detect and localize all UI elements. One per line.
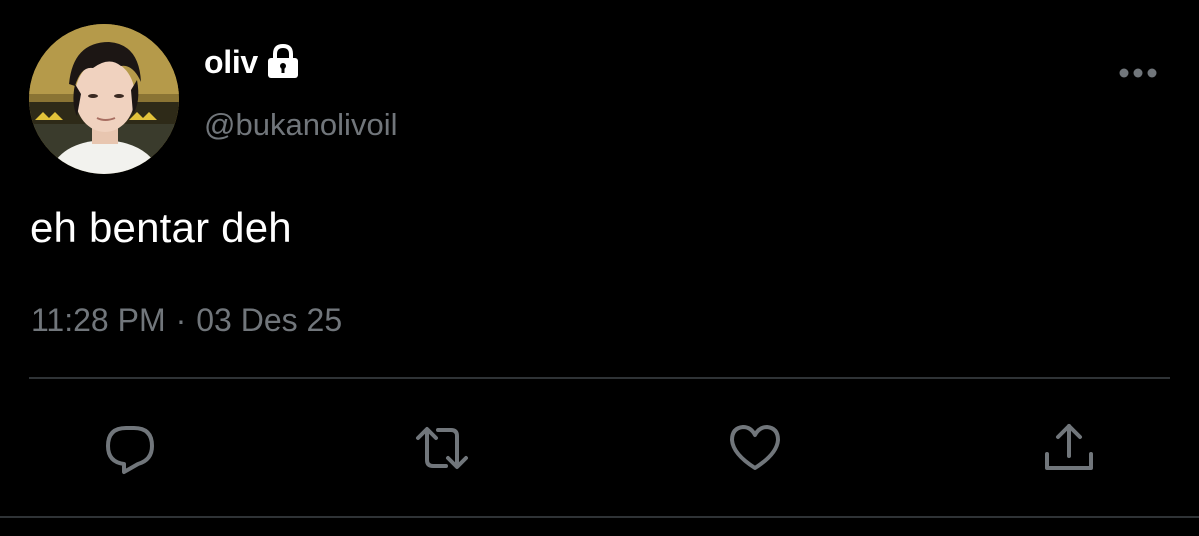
- tweet-time: 11:28 PM: [31, 302, 166, 338]
- tweet-card: oliv @bukanolivoil eh bentar deh 11:28 P…: [0, 0, 1199, 536]
- divider: [0, 516, 1199, 518]
- retweet-button[interactable]: [414, 420, 470, 476]
- tweet-timestamp[interactable]: 11:28 PM · 03 Des 25: [31, 302, 342, 339]
- avatar-image: [29, 24, 179, 174]
- user-handle[interactable]: @bukanolivoil: [204, 107, 397, 143]
- share-icon: [1045, 424, 1093, 470]
- lock-icon: [266, 43, 300, 81]
- display-name[interactable]: oliv: [204, 44, 258, 81]
- avatar[interactable]: [29, 24, 179, 174]
- heart-icon: [730, 425, 780, 470]
- tweet-date: 03 Des 25: [196, 302, 343, 338]
- display-name-row: oliv: [204, 40, 300, 84]
- share-button[interactable]: [1041, 420, 1097, 476]
- reply-button[interactable]: [102, 420, 158, 476]
- timestamp-separator: ·: [175, 302, 187, 338]
- tweet-text: eh bentar deh: [30, 204, 292, 251]
- divider: [29, 377, 1170, 379]
- like-button[interactable]: [727, 420, 783, 476]
- reply-icon: [106, 426, 154, 474]
- more-options-icon[interactable]: [1118, 66, 1158, 78]
- retweet-icon: [416, 427, 468, 469]
